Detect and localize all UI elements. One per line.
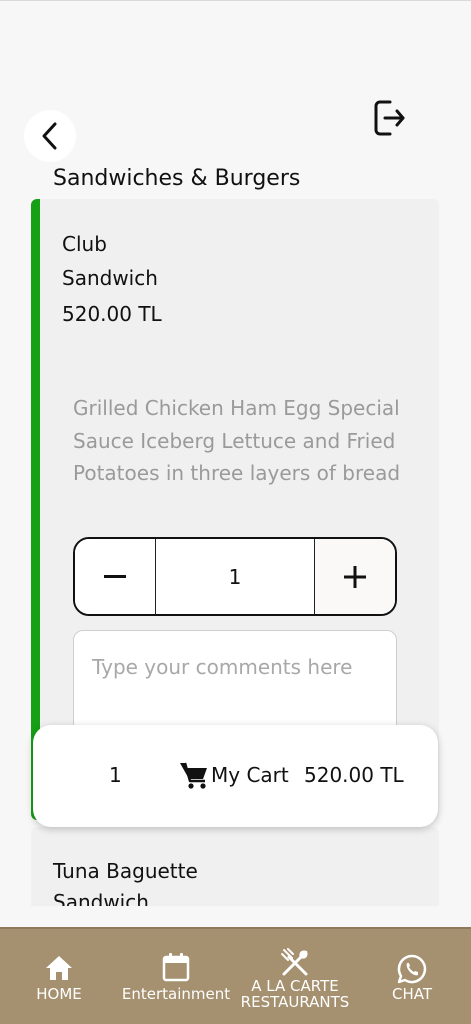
- nav-label: HOME: [36, 985, 82, 1003]
- item-name: Tuna Baguette: [53, 859, 198, 883]
- chevron-left-icon: [42, 122, 57, 150]
- plus-icon: [344, 565, 366, 588]
- item-price: 520.00 TL: [62, 302, 162, 326]
- logout-button[interactable]: [368, 96, 410, 140]
- item-name-line2: Sandwich: [53, 890, 149, 906]
- menu-item-card[interactable]: Tuna Baguette Sandwich: [31, 827, 439, 906]
- nav-a-la-carte-restaurants[interactable]: A LA CARTE RESTAURANTS: [232, 929, 358, 1024]
- back-button[interactable]: [24, 110, 76, 162]
- home-icon: [46, 956, 72, 980]
- quantity-stepper: 1: [73, 537, 397, 616]
- cart-count: 1: [109, 763, 122, 787]
- top-border: [0, 0, 471, 1]
- nav-label-line1: A LA CARTE: [251, 977, 339, 995]
- cart-bar[interactable]: 1 My Cart 520.00 TL: [33, 725, 438, 827]
- calendar-icon: [162, 953, 190, 982]
- cart-total: 520.00 TL: [304, 763, 404, 787]
- quantity-value: 1: [228, 564, 242, 589]
- item-name-line2: Sandwich: [62, 266, 158, 290]
- nav-label: Entertainment: [121, 985, 231, 1003]
- section-title: Sandwiches & Burgers: [53, 166, 301, 191]
- decrease-quantity-button[interactable]: [75, 539, 156, 614]
- nav-home[interactable]: HOME: [20, 929, 98, 1024]
- cart-label: My Cart: [211, 763, 289, 787]
- increase-quantity-button[interactable]: [314, 539, 395, 614]
- whatsapp-icon: [397, 954, 427, 984]
- item-description: Grilled Chicken Ham Egg Special Sauce Ic…: [73, 396, 401, 485]
- nav-label-line2: RESTAURANTS: [240, 993, 350, 1011]
- bottom-navigation: HOME Entertainment A LA CARTE RESTAURANT…: [0, 927, 471, 1024]
- nav-label: CHAT: [391, 985, 432, 1003]
- item-name: Club: [62, 232, 107, 256]
- comment-input[interactable]: Type your comments here: [73, 630, 397, 740]
- nav-chat[interactable]: CHAT: [372, 929, 452, 1024]
- fork-knife-icon: [281, 948, 308, 976]
- cart-icon: [180, 762, 207, 789]
- nav-entertainment[interactable]: Entertainment: [120, 929, 232, 1024]
- logout-icon: [374, 100, 405, 136]
- minus-icon: [104, 574, 126, 578]
